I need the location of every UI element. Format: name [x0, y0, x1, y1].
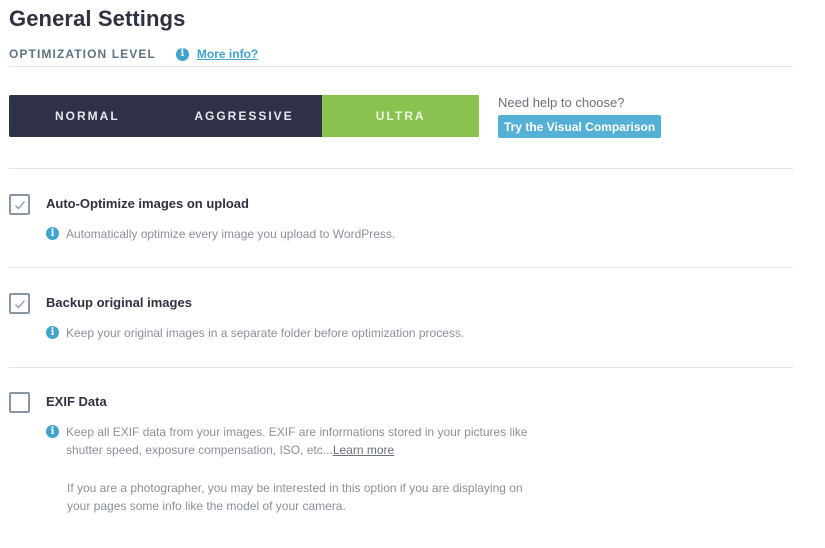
divider: [9, 367, 793, 368]
level-aggressive-button[interactable]: AGGRESSIVE: [166, 95, 323, 137]
optimization-level-selector: NORMAL AGGRESSIVE ULTRA: [9, 95, 479, 137]
divider: [9, 168, 793, 169]
learn-more-link[interactable]: Learn more: [333, 443, 394, 457]
setting-description: i Keep all EXIF data from your images. E…: [46, 423, 528, 459]
optimization-level-label: OPTIMIZATION LEVEL: [9, 47, 156, 61]
setting-label: Auto-Optimize images on upload: [46, 196, 249, 211]
visual-comparison-button[interactable]: Try the Visual Comparison: [498, 115, 662, 138]
info-icon: i: [46, 227, 59, 240]
level-normal-button[interactable]: NORMAL: [9, 95, 166, 137]
backup-checkbox[interactable]: [9, 293, 30, 314]
setting-description: i Automatically optimize every image you…: [46, 225, 395, 243]
help-text: Need help to choose?: [498, 95, 625, 110]
description-line-1: Keep all EXIF data from your images. EXI…: [66, 425, 528, 439]
more-info-link[interactable]: More info?: [197, 47, 258, 61]
extra-line-2: your pages some info like the model of y…: [67, 499, 346, 513]
description-text: Keep your original images in a separate …: [66, 326, 465, 340]
setting-label: EXIF Data: [46, 394, 107, 409]
extra-line-1: If you are a photographer, you may be in…: [67, 481, 523, 495]
divider: [9, 267, 793, 268]
page-title: General Settings: [9, 6, 186, 31]
description-text: Keep all EXIF data from your images. EXI…: [66, 423, 528, 459]
exif-checkbox[interactable]: [9, 392, 30, 413]
checkmark-icon: [14, 299, 25, 308]
info-icon: i: [46, 425, 59, 438]
description-text: Automatically optimize every image you u…: [66, 227, 396, 241]
info-icon: i: [175, 47, 189, 61]
setting-description: i Keep your original images in a separat…: [46, 324, 464, 342]
auto-optimize-checkbox[interactable]: [9, 194, 30, 215]
description-line-2: shutter speed, exposure compensation, IS…: [66, 443, 333, 457]
level-ultra-button[interactable]: ULTRA: [322, 95, 479, 137]
checkmark-icon: [14, 200, 25, 209]
info-icon: i: [46, 326, 59, 339]
setting-label: Backup original images: [46, 295, 192, 310]
divider: [9, 66, 793, 67]
optimization-level-header: OPTIMIZATION LEVEL i More info?: [9, 45, 258, 63]
